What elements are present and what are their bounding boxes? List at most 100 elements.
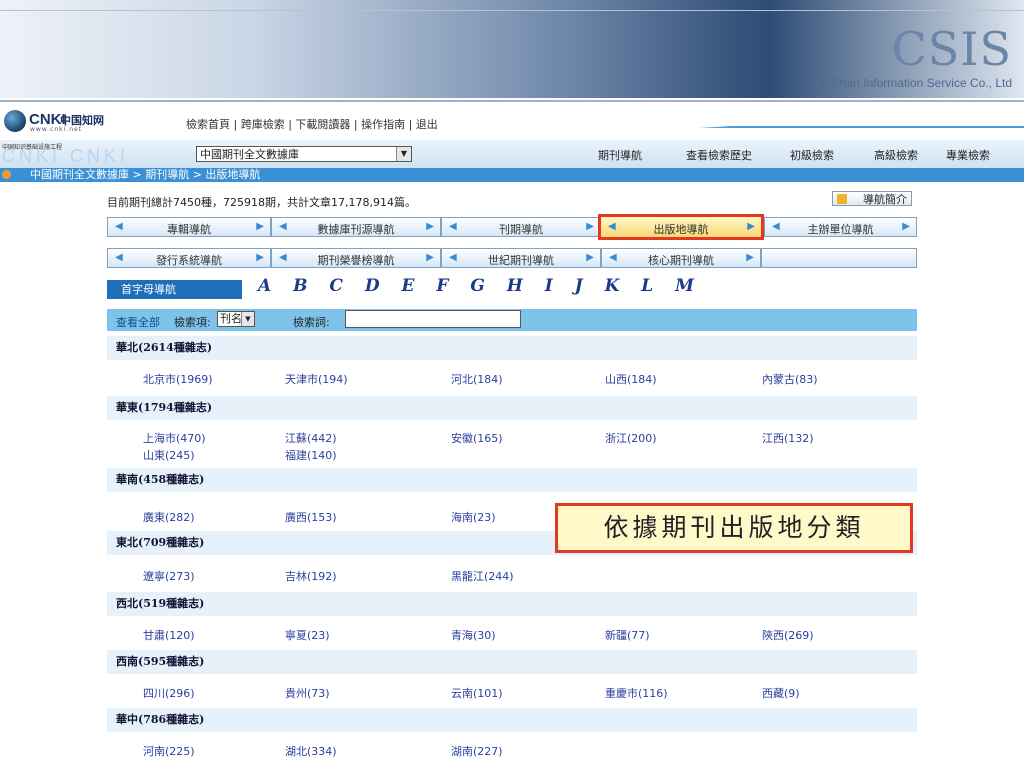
province-link[interactable]: 福建(140): [285, 447, 337, 463]
search-bar: 查看全部 檢索項: 刊名 ▼ 檢索詞:: [107, 309, 917, 331]
database-select-value: 中國期刊全文數據庫: [200, 148, 299, 161]
nav-tab-sponsor[interactable]: ◀ 主辦單位導航 ▶: [764, 217, 917, 237]
arrow-right-icon: ▶: [586, 221, 594, 232]
nav-tab-special[interactable]: ◀ 專輯導航 ▶: [107, 217, 271, 237]
nav-tab-honors[interactable]: ◀ 期刊榮譽榜導航 ▶: [271, 248, 441, 268]
nav-tab-century[interactable]: ◀ 世紀期刊導航 ▶: [441, 248, 601, 268]
link-cross-db[interactable]: 跨庫檢索: [241, 118, 285, 131]
tab-search-history[interactable]: 查看檢索歷史: [686, 147, 752, 163]
tab-expert-search[interactable]: 專業檢索: [946, 147, 990, 163]
intro-button-label: 導航簡介: [863, 193, 907, 206]
province-link[interactable]: 貴州(73): [285, 685, 330, 701]
region-header[interactable]: 華東(1794種雜志): [107, 396, 917, 420]
banner-top-line: [0, 10, 1024, 11]
chevron-down-icon[interactable]: ▼: [241, 312, 254, 326]
province-link[interactable]: 遼寧(273): [143, 568, 195, 584]
province-link[interactable]: 西藏(9): [762, 685, 800, 701]
link-guide[interactable]: 操作指南: [361, 118, 405, 131]
nav-tab-publish-place[interactable]: ◀ 出版地導航 ▶: [598, 214, 764, 240]
cnki-logo[interactable]: CNKI 中国知网 www.cnki.net: [4, 110, 114, 133]
tab-advanced-search[interactable]: 高級檢索: [874, 147, 918, 163]
province-link[interactable]: 河北(184): [451, 371, 503, 387]
province-link[interactable]: 新疆(77): [605, 627, 650, 643]
search-input[interactable]: [345, 310, 521, 328]
province-link[interactable]: 湖南(227): [451, 743, 503, 759]
province-link[interactable]: 海南(23): [451, 509, 496, 525]
province-link[interactable]: 江蘇(442): [285, 430, 337, 446]
region-header[interactable]: 華北(2614種雜志): [107, 336, 917, 360]
province-link[interactable]: 山東(245): [143, 447, 195, 463]
nav-tab-label: 數據庫刊源導航: [317, 223, 395, 236]
breadcrumb-icon: [2, 170, 11, 179]
database-select[interactable]: 中國期刊全文數據庫 ▼: [196, 146, 412, 162]
search-field-select[interactable]: 刊名 ▼: [217, 311, 255, 327]
arrow-right-icon: ▶: [256, 221, 264, 232]
province-link[interactable]: 黑龍江(244): [451, 568, 514, 584]
nav-tab-label: 專輯導航: [167, 223, 211, 236]
intro-button[interactable]: 導航簡介: [832, 191, 912, 206]
province-link[interactable]: 寧夏(23): [285, 627, 330, 643]
alpha-letters[interactable]: A B C D E F G H I J K L M: [258, 276, 702, 296]
province-link[interactable]: 吉林(192): [285, 568, 337, 584]
view-all-link[interactable]: 查看全部: [116, 314, 160, 330]
nav-tabs-row-1: ◀ 專輯導航 ▶ ◀ 數據庫刊源導航 ▶ ◀ 刊期導航 ▶ ◀ 出版地導航 ▶ ◀ 主辦單位導航 ▶: [107, 214, 917, 240]
province-link[interactable]: 四川(296): [143, 685, 195, 701]
province-link[interactable]: 江西(132): [762, 430, 814, 446]
region-header[interactable]: 華中(786種雜志): [107, 708, 917, 732]
arrow-right-icon: ▶: [746, 252, 754, 263]
nav-tab-label: 發行系統導航: [156, 254, 222, 267]
tab-journal-nav[interactable]: 期刊導航: [598, 147, 642, 163]
province-link[interactable]: 重慶市(116): [605, 685, 668, 701]
province-link[interactable]: 云南(101): [451, 685, 503, 701]
nav-tab-label: 主辦單位導航: [807, 223, 874, 236]
nav-tab-period[interactable]: ◀ 刊期導航 ▶: [441, 217, 601, 237]
region-header[interactable]: 西南(595種雜志): [107, 650, 917, 674]
province-link[interactable]: 甘肅(120): [143, 627, 195, 643]
header-swoosh: [700, 112, 1024, 128]
search-field-label: 檢索項:: [174, 316, 211, 329]
province-link[interactable]: 廣東(282): [143, 509, 195, 525]
link-search-home[interactable]: 檢索首頁: [186, 118, 230, 131]
nav-tab-label: 出版地導航: [653, 223, 709, 236]
arrow-right-icon: ▶: [747, 221, 755, 232]
alpha-nav-label[interactable]: 首字母導航: [107, 280, 242, 299]
top-links: 檢索首頁 | 跨庫檢索 | 下載閱讀器 | 操作指南 | 退出: [186, 118, 438, 131]
breadcrumb-bar: 中國期刊全文數據庫 > 期刊導航 > 出版地導航: [0, 168, 1024, 182]
region-header[interactable]: 華南(458種雜志): [107, 468, 917, 492]
province-link[interactable]: 河南(225): [143, 743, 195, 759]
nav-watermark: CNKI CNKI: [2, 146, 130, 166]
province-link[interactable]: 上海市(470): [143, 430, 206, 446]
nav-tabs-row-2: ◀ 發行系統導航 ▶ ◀ 期刊榮譽榜導航 ▶ ◀ 世紀期刊導航 ▶ ◀ 核心期刊導航 ▶: [107, 248, 917, 270]
nav-tab-distribution[interactable]: ◀ 發行系統導航 ▶: [107, 248, 271, 268]
region-header[interactable]: 西北(519種雜志): [107, 592, 917, 616]
nav-bar: 中国知识基础设施工程 CNKI CNKI: [0, 140, 1024, 169]
province-link[interactable]: 陝西(269): [762, 627, 814, 643]
nav-tab-label: 刊期導航: [499, 223, 543, 236]
province-link[interactable]: 廣西(153): [285, 509, 337, 525]
province-link[interactable]: 湖北(334): [285, 743, 337, 759]
link-logout[interactable]: 退出: [416, 118, 438, 131]
tab-basic-search[interactable]: 初級檢索: [790, 147, 834, 163]
cnki-url: www.cnki.net: [30, 126, 83, 133]
arrow-right-icon: ▶: [426, 252, 434, 263]
chevron-down-icon[interactable]: ▼: [396, 147, 411, 161]
annotation-callout: 依據期刊出版地分類: [555, 503, 913, 553]
nav-tab-label: 核心期刊導航: [648, 254, 714, 267]
nav-tab-label: 世紀期刊導航: [488, 254, 554, 267]
province-link[interactable]: 青海(30): [451, 627, 496, 643]
link-download-reader[interactable]: 下載閱讀器: [295, 118, 350, 131]
nav-tab-core[interactable]: ◀ 核心期刊導航 ▶: [601, 248, 761, 268]
nav-tab-db-source[interactable]: ◀ 數據庫刊源導航 ▶: [271, 217, 441, 237]
province-link[interactable]: 天津市(194): [285, 371, 348, 387]
province-link[interactable]: 浙江(200): [605, 430, 657, 446]
province-link[interactable]: 內蒙古(83): [762, 371, 818, 387]
company-tagline: Chin Shan Information Service Co., Ltd: [803, 76, 1012, 90]
province-link[interactable]: 安徽(165): [451, 430, 503, 446]
province-link[interactable]: 山西(184): [605, 371, 657, 387]
arrow-right-icon: ▶: [256, 252, 264, 263]
province-link[interactable]: 北京市(1969): [143, 371, 213, 387]
csis-logo: CSIS: [891, 22, 1012, 76]
globe-icon: [4, 110, 26, 132]
arrow-right-icon: ▶: [426, 221, 434, 232]
arrow-right-icon: ▶: [902, 221, 910, 232]
